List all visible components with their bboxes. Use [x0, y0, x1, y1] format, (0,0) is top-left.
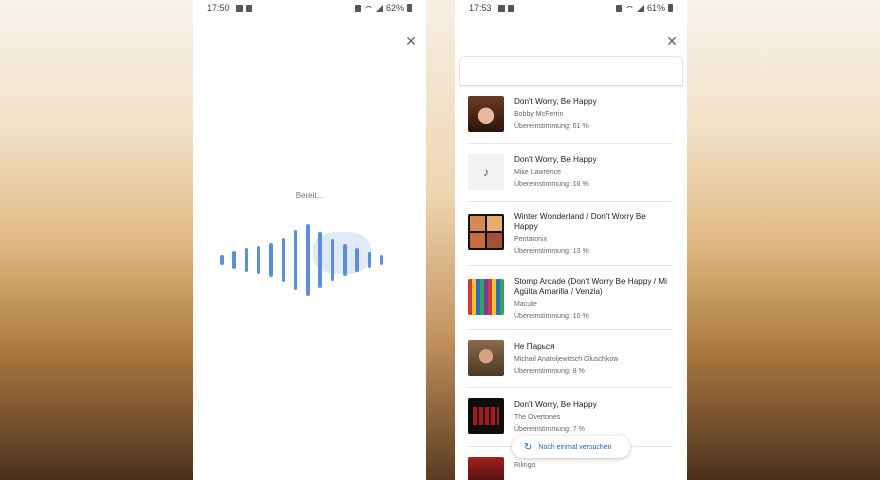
status-bar: 17:53 61% [469, 2, 673, 14]
signal-icon [375, 4, 383, 12]
song-artist: Rilingo [514, 462, 536, 469]
results-card-header [459, 56, 683, 86]
album-art [468, 214, 504, 250]
battery-icon [407, 4, 412, 12]
close-icon[interactable]: ✕ [665, 34, 679, 48]
background-middle [426, 0, 455, 480]
status-icons: 61% [615, 3, 673, 13]
wave-bar [355, 248, 359, 272]
song-title: Don't Worry, Be Happy [514, 155, 597, 164]
close-icon[interactable]: ✕ [404, 34, 418, 48]
phone-results-screen: 17:53 61% ✕ Don't Worry, Be Happy Bobby … [455, 0, 687, 480]
list-item[interactable]: Winter Wonderland / Don't Worry Be Happy… [467, 202, 673, 266]
song-title: Don't Worry, Be Happy [514, 400, 597, 409]
wifi-icon [624, 5, 634, 11]
background-right [687, 0, 880, 480]
notification-icon [245, 4, 252, 12]
match-score: Übereinstimmung: 10 % [514, 313, 589, 320]
status-icons: 62% [354, 3, 412, 13]
signal-icon [636, 4, 644, 12]
alarm-icon [615, 4, 622, 12]
status-bar: 17:50 62% [207, 2, 412, 14]
song-artist: Pentatonix [514, 236, 548, 243]
refresh-icon: ↻ [524, 441, 533, 453]
sound-wave-visualizer [213, 220, 403, 300]
wave-bar [269, 242, 273, 278]
song-title: Don't Worry, Be Happy [514, 97, 597, 106]
wave-bar [220, 254, 224, 266]
match-score: Übereinstimmung: 7 % [514, 426, 585, 433]
retry-label: Noch einmal versuchen [538, 443, 612, 451]
battery-icon [668, 4, 673, 12]
album-art [468, 279, 504, 315]
notification-icon [235, 4, 243, 12]
battery-percent: 62% [385, 3, 404, 13]
wave-bar [256, 246, 261, 274]
match-score: Übereinstimmung: 13 % [514, 248, 589, 255]
notification-icon [507, 4, 514, 12]
list-item[interactable]: Не Парься Michail Anatoljewitsch Gluschk… [467, 330, 673, 388]
album-art [468, 398, 504, 434]
match-score: Übereinstimmung: 61 % [514, 123, 589, 130]
wave-bar [306, 224, 310, 296]
background-left [0, 0, 193, 480]
music-note-icon: ♪ [468, 154, 504, 190]
match-score: Übereinstimmung: 16 % [514, 181, 589, 188]
wave-bar [379, 254, 384, 266]
song-artist: Mike Lawrence [514, 169, 562, 176]
status-time: 17:50 [207, 3, 230, 13]
list-item[interactable]: ♪ Don't Worry, Be Happy Mike Lawrence Üb… [467, 144, 673, 202]
notification-icon [497, 4, 505, 12]
status-time: 17:53 [469, 3, 492, 13]
wave-bar [281, 238, 285, 282]
wave-bar [244, 248, 249, 272]
song-artist: Macute [514, 301, 537, 308]
song-artist: The Overtones [514, 414, 561, 421]
wave-bar [232, 251, 236, 269]
album-art [468, 457, 504, 480]
list-item[interactable]: Don't Worry, Be Happy Bobby McFerrin Übe… [467, 86, 673, 144]
battery-percent: 61% [646, 3, 665, 13]
album-art [468, 340, 504, 376]
alarm-icon [354, 4, 361, 12]
wave-bar [318, 231, 322, 289]
song-title: Stomp Arcade (Don't Worry Be Happy / Mi … [514, 277, 667, 296]
wave-bar [293, 230, 298, 290]
retry-button[interactable]: ↻ Noch einmal versuchen [512, 436, 630, 458]
wave-bar [367, 252, 372, 268]
results-list: Don't Worry, Be Happy Bobby McFerrin Übe… [467, 86, 673, 480]
song-artist: Michail Anatoljewitsch Gluschkow [514, 356, 619, 363]
wave-bar [330, 239, 335, 281]
wave-bar [343, 244, 347, 276]
song-artist: Bobby McFerrin [514, 111, 564, 118]
wifi-icon [363, 5, 373, 11]
list-item[interactable]: Stomp Arcade (Don't Worry Be Happy / Mi … [467, 266, 673, 330]
album-art [468, 96, 504, 132]
ready-status-text: Bereit... [295, 191, 324, 200]
phone-listening-screen: 17:50 62% ✕ Bereit... [193, 0, 426, 480]
match-score: Übereinstimmung: 8 % [514, 368, 585, 375]
song-title: Не Парься [514, 342, 555, 351]
song-title: Winter Wonderland / Don't Worry Be Happy [514, 212, 646, 231]
